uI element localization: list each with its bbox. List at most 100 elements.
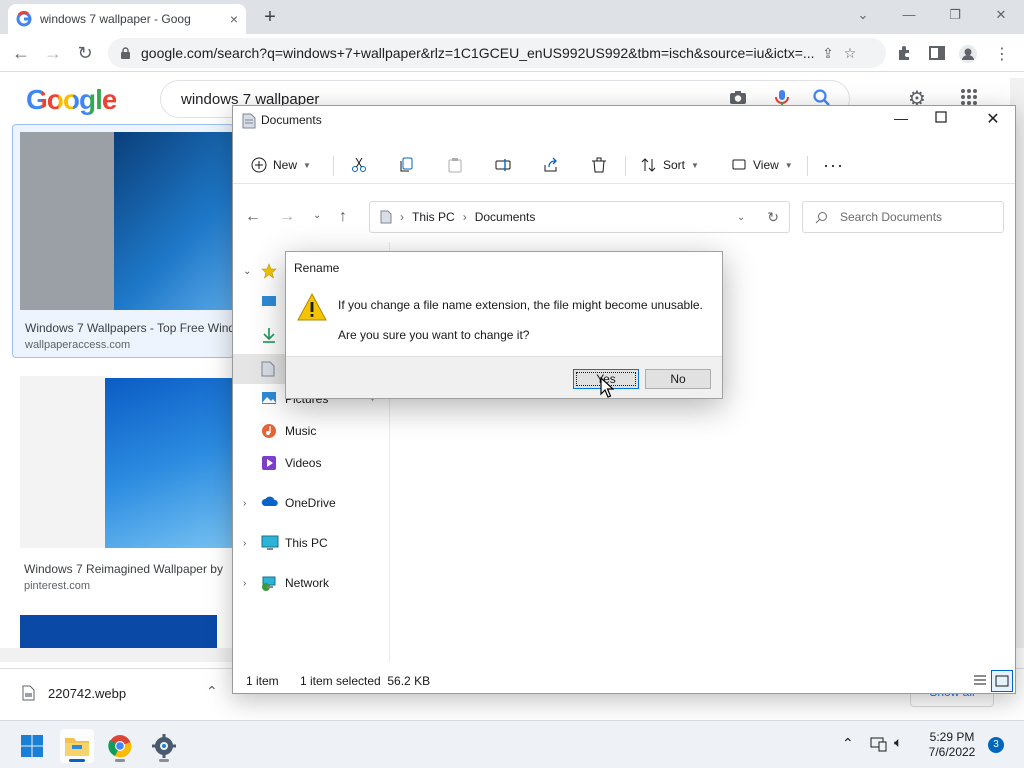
cut-button[interactable]: [351, 152, 373, 178]
nav-thispc-label: This PC: [285, 536, 328, 550]
share-icon[interactable]: ⇪: [817, 45, 839, 62]
result-card-2[interactable]: Windows 7 Reimagined Wallpaper by pinter…: [12, 372, 234, 600]
documents-icon: [261, 361, 281, 377]
delete-button[interactable]: [591, 152, 613, 178]
documents-small-icon: [380, 210, 392, 224]
item-count: 1 item: [246, 674, 279, 688]
expand-chevron-icon[interactable]: ›: [243, 498, 261, 509]
tab-search-icon[interactable]: ⌄: [840, 4, 886, 26]
up-folder-icon[interactable]: ↑: [339, 208, 347, 226]
google-favicon-icon: [16, 11, 32, 27]
settings-gear-icon: [152, 734, 176, 758]
explorer-titlebar[interactable]: Documents — ✕: [233, 106, 1015, 136]
result-thumb-3[interactable]: [20, 615, 217, 648]
search-icon: [815, 211, 828, 224]
nav-music[interactable]: Music: [261, 416, 316, 446]
nav-downloads[interactable]: [261, 320, 285, 350]
network-status-icon[interactable]: [870, 736, 888, 752]
browser-tab[interactable]: windows 7 wallpaper - Google Se ×: [8, 4, 246, 34]
recent-locations-chevron-icon[interactable]: ⌄: [313, 210, 321, 221]
volume-icon[interactable]: 🔈︎: [894, 734, 902, 751]
settings-taskbar-button[interactable]: [147, 729, 181, 763]
view-button[interactable]: View ▼: [731, 152, 793, 178]
breadcrumb-this-pc[interactable]: This PC: [412, 210, 455, 224]
nav-documents[interactable]: [261, 354, 285, 384]
explorer-maximize-icon[interactable]: [935, 111, 959, 123]
scissors-icon: [352, 157, 366, 172]
tab-close-icon[interactable]: ×: [230, 11, 238, 27]
share-icon: [544, 157, 557, 172]
minimize-icon[interactable]: —: [886, 4, 932, 26]
divider: [807, 156, 808, 176]
sort-button[interactable]: Sort ▼: [641, 152, 699, 178]
side-panel-icon[interactable]: [928, 44, 948, 64]
bookmark-star-icon[interactable]: ☆: [839, 45, 861, 62]
forward-icon[interactable]: →: [40, 40, 66, 66]
result-thumb-image: [114, 132, 235, 310]
nav-quick-access[interactable]: ⌄: [243, 256, 285, 286]
show-hidden-icons-chevron-icon[interactable]: ⌃: [842, 735, 854, 752]
address-bar[interactable]: google.com/search?q=windows+7+wallpaper&…: [108, 38, 886, 68]
result-title-1[interactable]: Windows 7 Wallpapers - Top Free Wind: [25, 321, 235, 335]
clock-date: 7/6/2022: [928, 745, 976, 759]
file-explorer-taskbar-button[interactable]: [60, 729, 94, 763]
nav-onedrive[interactable]: › OneDrive: [243, 488, 336, 518]
paste-button[interactable]: [447, 152, 469, 178]
folder-icon: [65, 738, 89, 756]
nav-network-label: Network: [285, 576, 330, 590]
url-text: google.com/search?q=windows+7+wallpaper&…: [141, 45, 815, 61]
explorer-minimize-icon[interactable]: —: [889, 110, 913, 126]
chrome-icon: [108, 735, 132, 758]
new-button[interactable]: New ▼: [251, 152, 311, 178]
more-options-icon[interactable]: ···: [823, 152, 844, 178]
expand-chevron-icon[interactable]: ›: [243, 538, 261, 549]
explorer-close-icon[interactable]: ✕: [981, 109, 1005, 129]
refresh-icon[interactable]: ↻: [767, 209, 779, 226]
nav-desktop[interactable]: [261, 288, 285, 318]
result-title-2[interactable]: Windows 7 Reimagined Wallpaper by: [24, 562, 234, 576]
restore-icon[interactable]: ❐: [932, 4, 978, 26]
details-view-icon[interactable]: [973, 673, 987, 687]
share-button[interactable]: [543, 152, 565, 178]
explorer-search-box[interactable]: Search Documents: [802, 201, 1004, 233]
explorer-back-icon[interactable]: ←: [245, 208, 261, 226]
rename-button[interactable]: [495, 152, 517, 178]
result-card-1[interactable]: Windows 7 Wallpapers - Top Free Wind wal…: [12, 124, 235, 358]
documents-folder-icon: [242, 113, 256, 129]
back-icon[interactable]: ←: [8, 40, 34, 66]
horizontal-scrollbar[interactable]: [0, 648, 232, 662]
no-button[interactable]: No: [645, 369, 711, 389]
tiles-view-icon[interactable]: [991, 670, 1013, 692]
nav-music-label: Music: [285, 424, 317, 438]
expand-chevron-icon[interactable]: ›: [243, 578, 261, 589]
nav-onedrive-label: OneDrive: [285, 496, 336, 510]
nav-this-pc[interactable]: › This PC: [243, 528, 328, 558]
chrome-menu-icon[interactable]: ⋮: [994, 44, 1014, 64]
videos-icon: [261, 455, 281, 471]
system-clock[interactable]: 5:29 PM 7/6/2022: [920, 730, 984, 760]
explorer-forward-icon[interactable]: →: [279, 208, 295, 226]
download-menu-chevron-icon[interactable]: ⌃: [206, 683, 218, 700]
copy-button[interactable]: [399, 152, 421, 178]
breadcrumb-documents[interactable]: Documents: [475, 210, 536, 224]
nav-network[interactable]: › Network: [243, 568, 329, 598]
reload-icon[interactable]: ↻: [72, 40, 98, 66]
address-history-chevron-icon[interactable]: ⌄: [737, 212, 745, 223]
nav-videos[interactable]: Videos: [261, 448, 321, 478]
network-icon: [261, 575, 281, 591]
music-icon: [261, 423, 281, 439]
start-button[interactable]: [15, 729, 49, 763]
extensions-icon[interactable]: [896, 44, 916, 64]
running-indicator: [159, 759, 169, 762]
rename-confirm-dialog: Rename If you change a file name extensi…: [285, 251, 723, 399]
desktop-icon: [261, 295, 281, 311]
chrome-taskbar-button[interactable]: [103, 729, 137, 763]
google-logo[interactable]: Google: [26, 84, 117, 120]
explorer-address-bar[interactable]: › This PC › Documents ⌄ ↻: [369, 201, 790, 233]
close-window-icon[interactable]: ✕: [978, 4, 1024, 26]
download-filename[interactable]: 220742.webp: [48, 686, 126, 701]
notification-count-badge[interactable]: 3: [988, 737, 1004, 753]
profile-avatar-icon[interactable]: [958, 44, 978, 64]
expand-chevron-icon[interactable]: ⌄: [243, 266, 261, 277]
new-tab-button[interactable]: +: [258, 6, 282, 30]
